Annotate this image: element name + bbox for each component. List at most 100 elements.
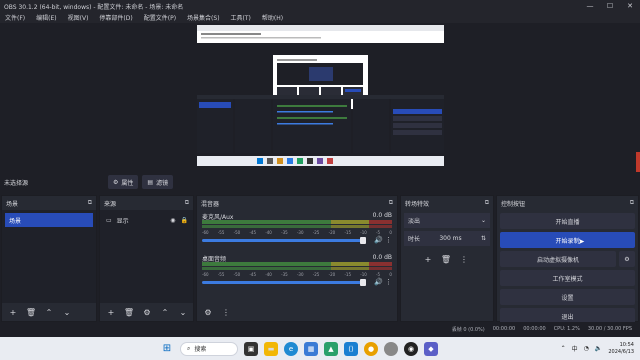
dock-title: 控制按钮 — [501, 200, 526, 208]
gear-icon: ⚙ — [113, 178, 119, 186]
menu-profile[interactable]: 配置文件(P) — [144, 13, 176, 22]
dock-float-icon[interactable]: ⧉ — [88, 199, 92, 207]
preview-canvas[interactable] — [197, 25, 444, 166]
speaker-icon[interactable]: 🔈 — [595, 345, 602, 352]
edge-browser-icon[interactable]: e — [284, 341, 298, 356]
more-icon[interactable]: ⋮ — [385, 278, 392, 286]
meter-ticks: -60 -55 -50 -45 -40 -35 -30 -25 -20 -15 -10 -5 0 — [202, 230, 392, 235]
windows-taskbar: ⊞ ⌕ 搜索 ▣ ▬ e ▦ ▲ ⟨⟩ ● ◉ ◆ ⌃ 中 ◔ 🔈 10:54 … — [0, 337, 640, 360]
add-icon[interactable]: + — [420, 252, 436, 266]
properties-button[interactable]: ⚙ 属性 — [108, 175, 139, 189]
volume-slider[interactable] — [202, 281, 364, 284]
virtual-camera-row: 启动虚拟摄像机 ⚙ — [500, 251, 635, 267]
start-recording-button[interactable]: 开始录制 ➤ — [500, 232, 635, 248]
photos-icon[interactable]: ▲ — [324, 341, 338, 356]
window-controls: — ☐ ✕ — [580, 0, 640, 12]
duration-field[interactable]: 时长 300 ms ⇅ — [404, 231, 490, 246]
channel-db: 0.0 dB — [372, 254, 392, 261]
trash-icon[interactable]: 🗑 — [121, 305, 137, 319]
settings-button[interactable]: 设置 — [500, 289, 635, 305]
task-view-icon[interactable]: ▣ — [244, 341, 258, 356]
chevron-down-icon[interactable]: ⌄ — [59, 305, 75, 319]
filters-button[interactable]: ▤ 滤镜 — [142, 175, 174, 189]
chevron-up-icon[interactable]: ⌃ — [157, 305, 173, 319]
menu-edit[interactable]: 编辑(E) — [36, 13, 56, 22]
app-icon[interactable]: ◆ — [424, 341, 438, 356]
add-icon[interactable]: + — [103, 305, 119, 319]
dock-title: 来源 — [104, 200, 117, 208]
dock-title: 混音器 — [201, 200, 220, 208]
dock-float-icon[interactable]: ⧉ — [485, 199, 489, 207]
dock-float-icon[interactable]: ⧉ — [185, 199, 189, 207]
minimize-button[interactable]: — — [580, 0, 600, 12]
system-tray: ⌃ 中 ◔ 🔈 10:54 2024/6/13 — [561, 337, 640, 360]
gear-icon[interactable]: ⚙ — [139, 305, 155, 319]
eye-icon[interactable]: ◉ — [170, 217, 175, 224]
trash-icon[interactable]: 🗑 — [438, 252, 454, 266]
menu-docks[interactable]: 停靠部件(D) — [99, 13, 132, 22]
menu-scene-collection[interactable]: 场景集合(S) — [187, 13, 220, 22]
scene-transitions-dock: 转场特效 ⧉ 淡出 ⌄ 时长 300 ms ⇅ + 🗑 ⋮ — [400, 195, 494, 322]
sources-list: ▭ 显示 ◉ 🔒 — [100, 210, 193, 303]
dock-float-icon[interactable]: ⧉ — [630, 199, 634, 207]
studio-mode-button[interactable]: 工作室模式 — [500, 270, 635, 286]
scenes-dock: 场景 ⧉ 场景 + 🗑 ⌃ ⌄ — [1, 195, 97, 322]
add-icon[interactable]: + — [5, 305, 21, 319]
menu-help[interactable]: 帮助(H) — [262, 13, 283, 22]
menu-view[interactable]: 视图(V) — [68, 13, 89, 22]
dock-title: 转场特效 — [405, 200, 430, 208]
lock-icon[interactable]: 🔒 — [181, 217, 188, 224]
input-language[interactable]: 中 — [572, 344, 578, 353]
chrome-icon[interactable]: ● — [364, 341, 378, 356]
stepper-icon[interactable]: ⇅ — [481, 235, 486, 242]
chevron-up-icon[interactable]: ⌃ — [561, 345, 566, 352]
virtual-camera-settings-button[interactable]: ⚙ — [619, 251, 635, 267]
more-icon[interactable]: ⋮ — [218, 305, 234, 319]
obs-icon[interactable]: ◉ — [404, 341, 418, 356]
stream-time: 00:00:00 — [492, 326, 516, 332]
close-button[interactable]: ✕ — [620, 0, 640, 12]
network-icon[interactable]: ◔ — [584, 345, 589, 352]
scene-item[interactable]: 场景 — [5, 213, 93, 227]
dock-header: 来源 ⧉ — [100, 196, 193, 210]
speaker-icon[interactable]: 🔊 — [374, 236, 383, 244]
gear-icon[interactable]: ⚙ — [200, 305, 216, 319]
source-item[interactable]: ▭ 显示 ◉ 🔒 — [100, 213, 193, 227]
trash-icon[interactable]: 🗑 — [23, 305, 39, 319]
preview-screen-capture — [197, 25, 444, 166]
dock-header: 混音器 ⧉ — [197, 196, 397, 210]
clock[interactable]: 10:54 2024/6/13 — [608, 342, 634, 356]
audio-mixer-dock: 混音器 ⧉ 麦克风/Aux 0.0 dB -60 -55 -50 -45 -40 -35-… — [196, 195, 398, 322]
chevron-down-icon[interactable]: ⌄ — [175, 305, 191, 319]
menu-file[interactable]: 文件(F) — [5, 13, 25, 22]
start-virtual-camera-button[interactable]: 启动虚拟摄像机 — [500, 251, 616, 267]
taskbar-search[interactable]: ⌕ 搜索 — [180, 341, 238, 356]
dock-float-icon[interactable]: ⧉ — [389, 199, 393, 207]
record-time: 00:00:00 — [523, 326, 546, 332]
volume-slider-handle[interactable] — [360, 237, 366, 244]
transition-select[interactable]: 淡出 ⌄ — [404, 213, 490, 228]
start-streaming-button[interactable]: 开始直播 — [500, 213, 635, 229]
volume-meter — [202, 262, 392, 266]
more-icon[interactable]: ⋮ — [456, 252, 472, 266]
volume-slider-handle[interactable] — [360, 279, 366, 286]
dropped-frames: 丢帧 0 (0.0%) — [451, 326, 485, 333]
mouse-cursor-icon: ➤ — [578, 237, 585, 246]
scenes-list: 场景 — [2, 210, 96, 303]
chevron-down-icon: ⌄ — [480, 217, 486, 224]
more-icon[interactable]: ⋮ — [385, 236, 392, 244]
app-icon[interactable] — [384, 341, 398, 356]
preview-resize-handle[interactable] — [636, 152, 640, 174]
channel-db: 0.0 dB — [372, 212, 392, 219]
store-icon[interactable]: ▦ — [304, 341, 318, 356]
volume-slider[interactable] — [202, 239, 364, 242]
monitor-icon: ▭ — [106, 216, 112, 224]
speaker-icon[interactable]: 🔊 — [374, 278, 383, 286]
vscode-icon[interactable]: ⟨⟩ — [344, 341, 358, 356]
title-bar: OBS 30.1.2 (64-bit, windows) - 配置文件: 未命名… — [0, 0, 640, 12]
file-explorer-icon[interactable]: ▬ — [264, 341, 278, 356]
windows-start-icon[interactable]: ⊞ — [160, 342, 174, 356]
maximize-button[interactable]: ☐ — [600, 0, 620, 12]
menu-tools[interactable]: 工具(T) — [231, 13, 251, 22]
chevron-up-icon[interactable]: ⌃ — [41, 305, 57, 319]
